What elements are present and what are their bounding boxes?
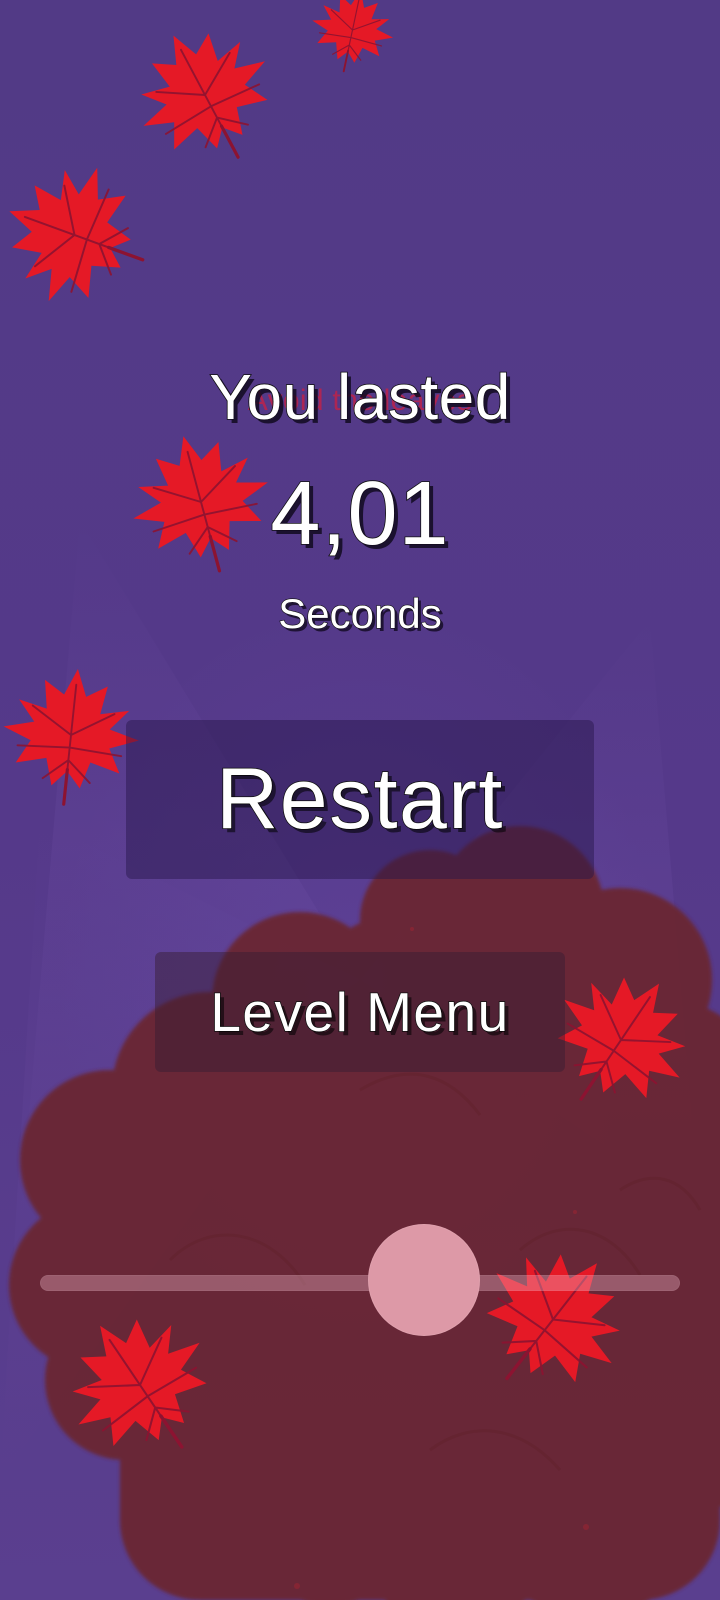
survival-time-value: 4,01 [270,464,450,564]
game-scene: Avoid the leaves You lasted 4,01 Seconds… [0,0,720,1600]
joystick-slider-thumb[interactable] [368,1224,480,1336]
joystick-slider-track[interactable] [40,1275,680,1291]
result-heading: You lasted [208,361,511,433]
survival-time-unit: Seconds [278,589,443,637]
level-menu-button[interactable]: Level Menu [155,952,565,1072]
restart-button[interactable]: Restart [126,720,594,879]
